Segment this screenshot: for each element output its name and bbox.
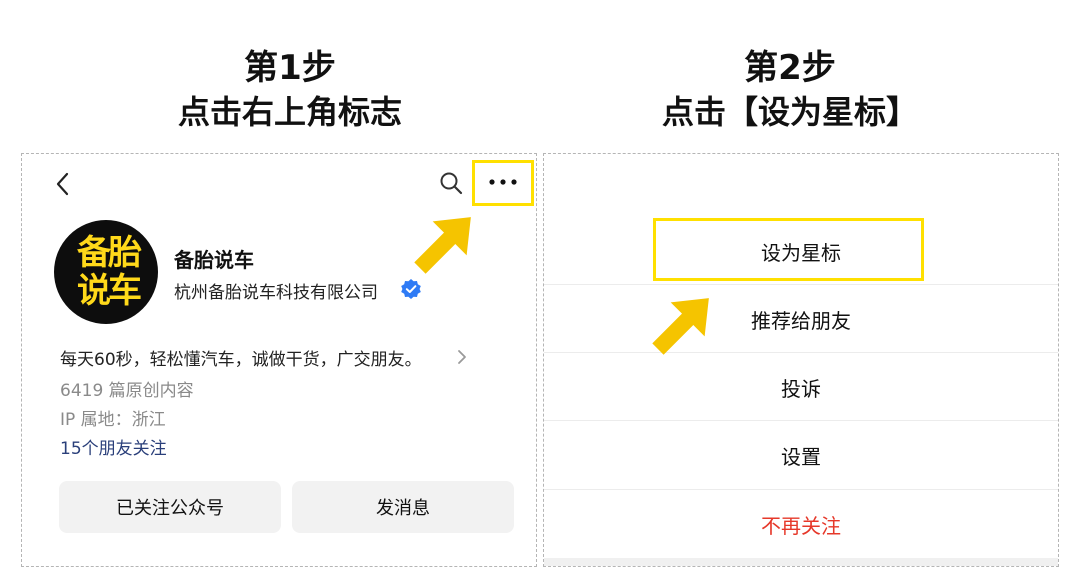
account-company: 杭州备胎说车科技有限公司 xyxy=(174,283,378,303)
search-icon[interactable] xyxy=(439,171,463,195)
followed-account-button[interactable]: 已关注公众号 xyxy=(59,481,281,533)
menu-screenshot-panel: 设为星标 推荐给朋友 投诉 设置 不再关注 xyxy=(543,153,1059,567)
step2-instruction: 点击【设为星标】 xyxy=(661,93,918,131)
pointer-arrow-icon xyxy=(652,298,709,355)
verified-badge-icon xyxy=(401,279,421,299)
step1-number: 第1步 xyxy=(244,48,336,88)
profile-screenshot-panel: 备胎 说车 备胎说车 杭州备胎说车科技有限公司 每天60秒，轻松懂汽车，诚做干货… xyxy=(21,153,537,567)
avatar[interactable]: 备胎 说车 xyxy=(54,220,158,324)
avatar-logo-text-line1: 备胎 xyxy=(77,233,142,273)
friends-following-link[interactable]: 15个朋友关注 xyxy=(60,434,167,459)
avatar-logo-text-line2: 说车 xyxy=(77,271,142,311)
bottom-bar xyxy=(544,558,1058,566)
step2-title: 第2步 点击【设为星标】 xyxy=(620,46,960,134)
step1-instruction: 点击右上角标志 xyxy=(177,93,402,131)
ip-location: IP 属地：浙江 xyxy=(60,410,166,430)
menu-item-settings[interactable]: 设置 xyxy=(544,421,1058,489)
step1-title: 第1步 点击右上角标志 xyxy=(120,46,460,134)
chevron-left-icon[interactable] xyxy=(52,171,74,197)
article-count: 6419 篇原创内容 xyxy=(60,381,194,401)
account-description[interactable]: 每天60秒，轻松懂汽车，诚做干货，广交朋友。 xyxy=(60,345,422,370)
set-star-highlight xyxy=(653,218,924,281)
step2-number: 第2步 xyxy=(744,48,836,88)
menu-item-recommend[interactable]: 推荐给朋友 xyxy=(544,285,1058,353)
account-name: 备胎说车 xyxy=(174,248,254,272)
menu-item-unfollow[interactable]: 不再关注 xyxy=(544,490,1058,558)
menu-item-report[interactable]: 投诉 xyxy=(544,353,1058,421)
send-message-button[interactable]: 发消息 xyxy=(292,481,514,533)
chevron-right-icon[interactable] xyxy=(456,348,468,366)
